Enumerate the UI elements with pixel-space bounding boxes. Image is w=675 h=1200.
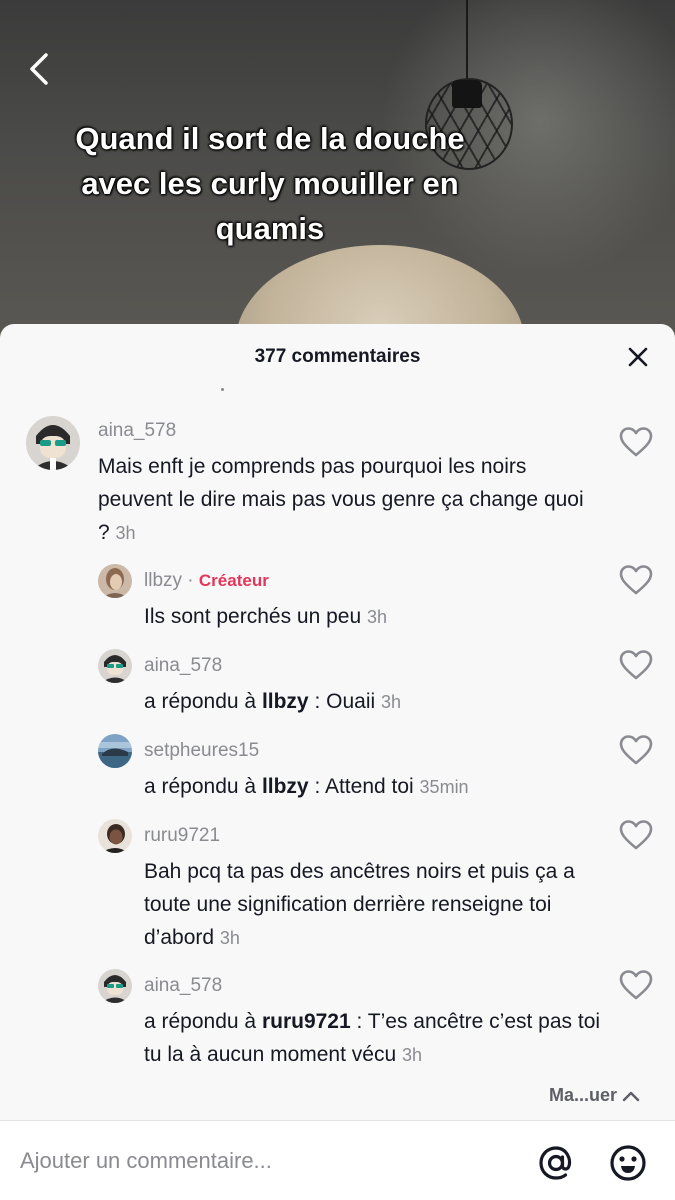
reply-username-text[interactable]: llbzy xyxy=(144,570,182,591)
reply-prefix: a répondu à xyxy=(144,775,262,798)
reply-to-username[interactable]: ruru9721 xyxy=(262,1010,351,1033)
avatar[interactable] xyxy=(26,416,80,470)
heart-outline-icon[interactable] xyxy=(619,734,653,766)
reply-text: Bah pcq ta pas des ancêtres noirs et pui… xyxy=(144,855,604,955)
reply-body: Bah pcq ta pas des ancêtres noirs et pui… xyxy=(144,860,575,949)
avatar[interactable] xyxy=(98,649,132,683)
avatar[interactable] xyxy=(98,819,132,853)
emoji-button[interactable] xyxy=(608,1143,648,1183)
comment-input[interactable] xyxy=(20,1141,500,1181)
reply-body: : Attend toi xyxy=(308,775,414,798)
reply-text: a répondu à ruru9721 : T’es ancêtre c’es… xyxy=(144,1005,604,1072)
avatar-image xyxy=(98,564,132,598)
avatar-image xyxy=(26,416,80,470)
heart-outline-icon[interactable] xyxy=(619,426,653,458)
reply-prefix: a répondu à xyxy=(144,1010,262,1033)
chevron-up-icon xyxy=(622,1091,640,1101)
avatar-image xyxy=(98,734,132,768)
avatar-image xyxy=(98,649,132,683)
heart-outline-icon[interactable] xyxy=(619,564,653,596)
reply-time: 3h xyxy=(219,928,240,948)
comment-time: 3h xyxy=(115,523,136,543)
avatar-image xyxy=(98,819,132,853)
avatar-image xyxy=(98,969,132,1003)
collapse-replies-button[interactable]: Ma...uer xyxy=(549,1085,641,1106)
close-icon xyxy=(628,347,648,367)
reply-text: a répondu à llbzy : Attend toi 35min xyxy=(144,770,584,804)
reply-to-username[interactable]: llbzy xyxy=(262,690,309,713)
reply-username[interactable]: aina_578 xyxy=(144,655,222,677)
mention-button[interactable] xyxy=(536,1143,576,1183)
heart-outline-icon[interactable] xyxy=(619,649,653,681)
back-button[interactable] xyxy=(18,48,60,90)
reply-username[interactable]: ruru9721 xyxy=(144,825,220,847)
chevron-left-icon xyxy=(30,53,48,85)
creator-badge: Créateur xyxy=(198,571,269,590)
comments-header: 377 commentaires xyxy=(0,324,675,391)
reply-body: Ils sont perchés un peu xyxy=(144,605,362,628)
reply-text: Ils sont perchés un peu 3h xyxy=(144,600,584,634)
comment-input-bar xyxy=(0,1120,675,1200)
close-button[interactable] xyxy=(625,344,651,370)
reply-username[interactable]: setpheures15 xyxy=(144,740,259,762)
reply-username[interactable]: aina_578 xyxy=(144,975,222,997)
reply-body: : Ouaii xyxy=(308,690,376,713)
comments-count-title: 377 commentaires xyxy=(254,346,421,367)
comment-body: Mais enft je comprends pas pourquoi les … xyxy=(98,455,584,544)
comment-text: Mais enft je comprends pas pourquoi les … xyxy=(98,450,598,550)
reply-text: a répondu à llbzy : Ouaii 3h xyxy=(144,685,584,719)
comment-username[interactable]: aina_578 xyxy=(98,420,176,442)
avatar[interactable] xyxy=(98,969,132,1003)
reply-time: 35min xyxy=(419,777,469,797)
collapse-label: Ma...uer xyxy=(548,1085,617,1105)
reply-time: 3h xyxy=(402,1045,423,1065)
reply-time: 3h xyxy=(381,692,402,712)
video-caption: Quand il sort de la douche avec les curl… xyxy=(75,121,465,246)
heart-outline-icon[interactable] xyxy=(619,819,653,851)
badge-separator: · xyxy=(182,570,199,591)
emoji-icon xyxy=(610,1145,646,1181)
avatar[interactable] xyxy=(98,734,132,768)
reply-time: 3h xyxy=(366,607,388,627)
at-sign-icon xyxy=(539,1146,572,1180)
heart-outline-icon[interactable] xyxy=(619,969,653,1001)
lamp-cord xyxy=(466,0,468,80)
reply-to-username[interactable]: llbzy xyxy=(262,775,309,798)
avatar[interactable] xyxy=(98,564,132,598)
loading-dot xyxy=(221,388,224,391)
lamp-socket xyxy=(452,80,482,108)
reply-prefix: a répondu à xyxy=(144,690,262,713)
reply-username: llbzy · Créateur xyxy=(144,570,269,592)
